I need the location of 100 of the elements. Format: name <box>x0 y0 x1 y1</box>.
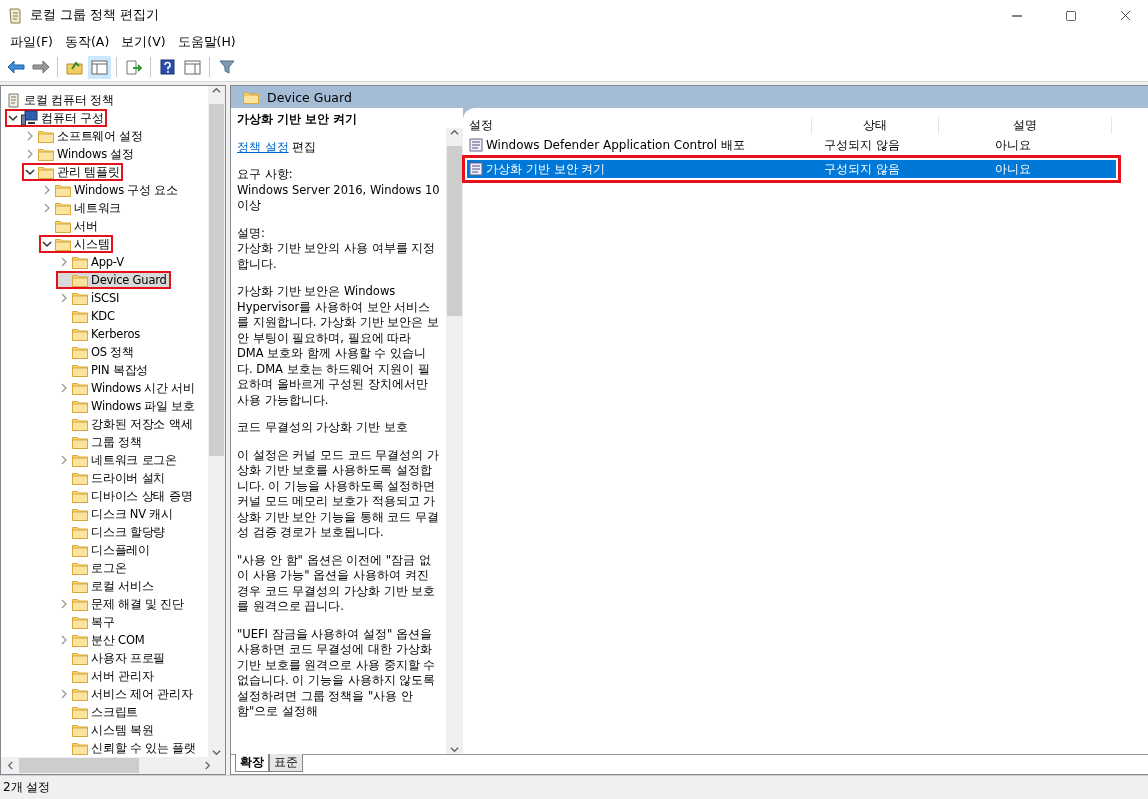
tree-item[interactable]: 분산 COM <box>56 631 149 649</box>
scroll-up-icon[interactable] <box>450 128 459 137</box>
folder-icon <box>72 255 88 269</box>
view-tab[interactable]: 표준 <box>269 754 303 772</box>
setting-title: 가상화 기반 보안 켜기 <box>237 112 358 128</box>
document-icon <box>7 92 21 108</box>
horizontal-scrollbar[interactable] <box>1 757 225 774</box>
help-icon <box>160 59 175 75</box>
tree-item[interactable]: 드라이버 설치 <box>56 469 170 487</box>
folder-icon <box>72 489 88 503</box>
tree-item[interactable]: Windows 시간 서비 <box>56 379 200 397</box>
tree-item[interactable]: 로그온 <box>56 559 131 577</box>
computer-icon <box>21 110 38 126</box>
tree-item[interactable]: 관리 템플릿 <box>22 163 124 181</box>
tree-item[interactable]: 디바이스 상태 증명 <box>56 487 197 505</box>
column-header[interactable]: 설정 <box>467 116 812 134</box>
tree-item[interactable]: 소프트웨어 설정 <box>22 127 148 145</box>
tree-item[interactable]: 신뢰할 수 있는 플랫 <box>56 739 200 757</box>
description-text: 이 설정은 커널 모드 코드 무결성의 가상화 기반 보호를 사용하도록 설정합니다. 이 기능을 사용하도록 설정하면 커널 모드 메모리 보호가 적용되고 가상화 기반 보안 기능을 통해 코드 무결성 검증 경로가 보호됩니다. <box>237 447 440 541</box>
scroll-down-icon[interactable] <box>212 748 221 757</box>
tree-item[interactable]: 시스템 <box>39 235 114 253</box>
app-icon <box>8 7 22 24</box>
filter-icon <box>218 59 235 75</box>
folder-icon <box>72 507 88 521</box>
tree-item[interactable]: 복구 <box>56 613 119 631</box>
tree-item[interactable]: 서버 <box>39 217 102 235</box>
menu-item[interactable]: 동작(A) <box>58 33 116 51</box>
maximize-icon <box>1065 9 1077 22</box>
tree-item[interactable]: 네트워크 로그온 <box>56 451 182 469</box>
tree-toggle-button[interactable] <box>88 55 111 79</box>
tree-item[interactable]: Device Guard <box>56 271 171 289</box>
folder-icon <box>72 453 88 467</box>
tree-item[interactable]: iSCSI <box>56 289 124 307</box>
minimize-icon <box>1012 14 1022 17</box>
tree-item[interactable]: 시스템 복원 <box>56 721 158 739</box>
vertical-scrollbar[interactable] <box>208 86 225 757</box>
tree-item[interactable]: Kerberos <box>56 325 145 343</box>
tree-item[interactable]: 문제 해결 및 진단 <box>56 595 188 613</box>
tree-item[interactable]: 디스플레이 <box>56 541 154 559</box>
scroll-right-icon[interactable] <box>202 761 212 770</box>
folder-icon <box>72 579 88 593</box>
policy-settings-link[interactable]: 정책 설정 <box>237 139 289 154</box>
chevron-down-icon[interactable] <box>24 167 35 177</box>
setting-icon <box>469 138 483 152</box>
folder-icon <box>72 381 88 395</box>
tree-item[interactable]: Windows 파일 보호 <box>56 397 200 415</box>
tree-item[interactable]: KDC <box>56 307 119 325</box>
export-icon <box>125 59 142 75</box>
scrollbar-thumb[interactable] <box>209 104 224 456</box>
scroll-down-icon[interactable] <box>450 745 459 754</box>
folder-icon <box>72 543 88 557</box>
scrollbar-thumb[interactable] <box>447 146 462 316</box>
tree-item[interactable]: 서비스 제어 관리자 <box>56 685 197 703</box>
folder-icon <box>72 633 88 647</box>
table-cell: 가상화 기반 보안 켜기 <box>467 160 812 178</box>
tree-item[interactable]: 사용자 프로필 <box>56 649 170 667</box>
menu-item[interactable]: 파일(F) <box>4 33 59 51</box>
folder-icon <box>38 129 54 143</box>
window-title: 로컬 그룹 정책 편집기 <box>30 7 160 24</box>
folder-up-icon <box>66 59 83 75</box>
column-header[interactable]: 상태 <box>812 116 939 134</box>
setting-row[interactable]: Windows Defender Application Control 배포 구성되지 않음 아니요 <box>467 136 1116 154</box>
tree-item[interactable]: 디스크 할당량 <box>56 523 170 541</box>
column-header[interactable]: 설명 <box>939 116 1112 134</box>
folder-icon <box>72 345 88 359</box>
scroll-left-icon[interactable] <box>5 761 15 770</box>
tree-item[interactable]: 컴퓨터 구성 <box>5 109 108 127</box>
tree-item[interactable]: 강화된 저장소 액세 <box>56 415 197 433</box>
tree-item[interactable]: OS 정책 <box>56 343 138 361</box>
menu-item[interactable]: 도움말(H) <box>171 33 242 51</box>
tree-item[interactable]: 네트워크 <box>39 199 126 217</box>
tree-item[interactable]: 서버 관리자 <box>56 667 158 685</box>
scroll-up-icon[interactable] <box>212 86 221 95</box>
back-arrow-icon <box>6 60 25 74</box>
view-tab[interactable]: 확장 <box>235 754 269 772</box>
tree-item[interactable]: 로컬 컴퓨터 정책 <box>5 91 118 109</box>
tree-item[interactable]: 디스크 NV 캐시 <box>56 505 177 523</box>
tree-item[interactable]: App-V <box>56 253 128 271</box>
tree-item[interactable]: Windows 설정 <box>22 145 138 163</box>
folder-icon <box>72 561 88 575</box>
chevron-down-icon[interactable] <box>41 239 52 249</box>
chevron-down-icon[interactable] <box>7 113 18 123</box>
folder-icon <box>72 291 88 305</box>
description-text: 코드 무결성의 가상화 기반 보호 <box>237 420 409 436</box>
folder-icon <box>243 90 259 104</box>
folder-icon <box>55 237 71 251</box>
tree-item[interactable]: 로컬 서비스 <box>56 577 158 595</box>
folder-icon <box>55 201 71 215</box>
scrollbar-thumb[interactable] <box>19 758 139 773</box>
requirements-text: Windows Server 2016, Windows 10 이상 <box>237 182 440 214</box>
folder-icon <box>72 669 88 683</box>
tree-item[interactable]: 스크립트 <box>56 703 143 721</box>
vertical-scrollbar[interactable] <box>446 128 463 754</box>
description-text: "사용 안 함" 옵션은 이전에 "잠금 없이 사용 가능" 옵션을 사용하여 켜진 경우 코드 무결성의 가상화 기반 보호를 원격으로 끕니다. <box>237 552 437 615</box>
menu-item[interactable]: 보기(V) <box>115 33 172 51</box>
folder-icon <box>72 615 88 629</box>
tree-item[interactable]: PIN 복잡성 <box>56 361 153 379</box>
description-text: 가상화 기반 보안은 Windows Hypervisor를 사용하여 보안 서비스를 지원합니다. 가상화 기반 보안은 보안 부팅이 필요하며, 필요에 따라 DMA 보호와 함께 사용할 수 있습니다. DMA 보호는 하드웨어 지원이 필요하며 올바르게 구성된 장치에서만 사용 가능합니다. <box>237 284 440 408</box>
tree-item[interactable]: Windows 구성 요소 <box>39 181 183 199</box>
tree-item[interactable]: 그룹 정책 <box>56 433 146 451</box>
